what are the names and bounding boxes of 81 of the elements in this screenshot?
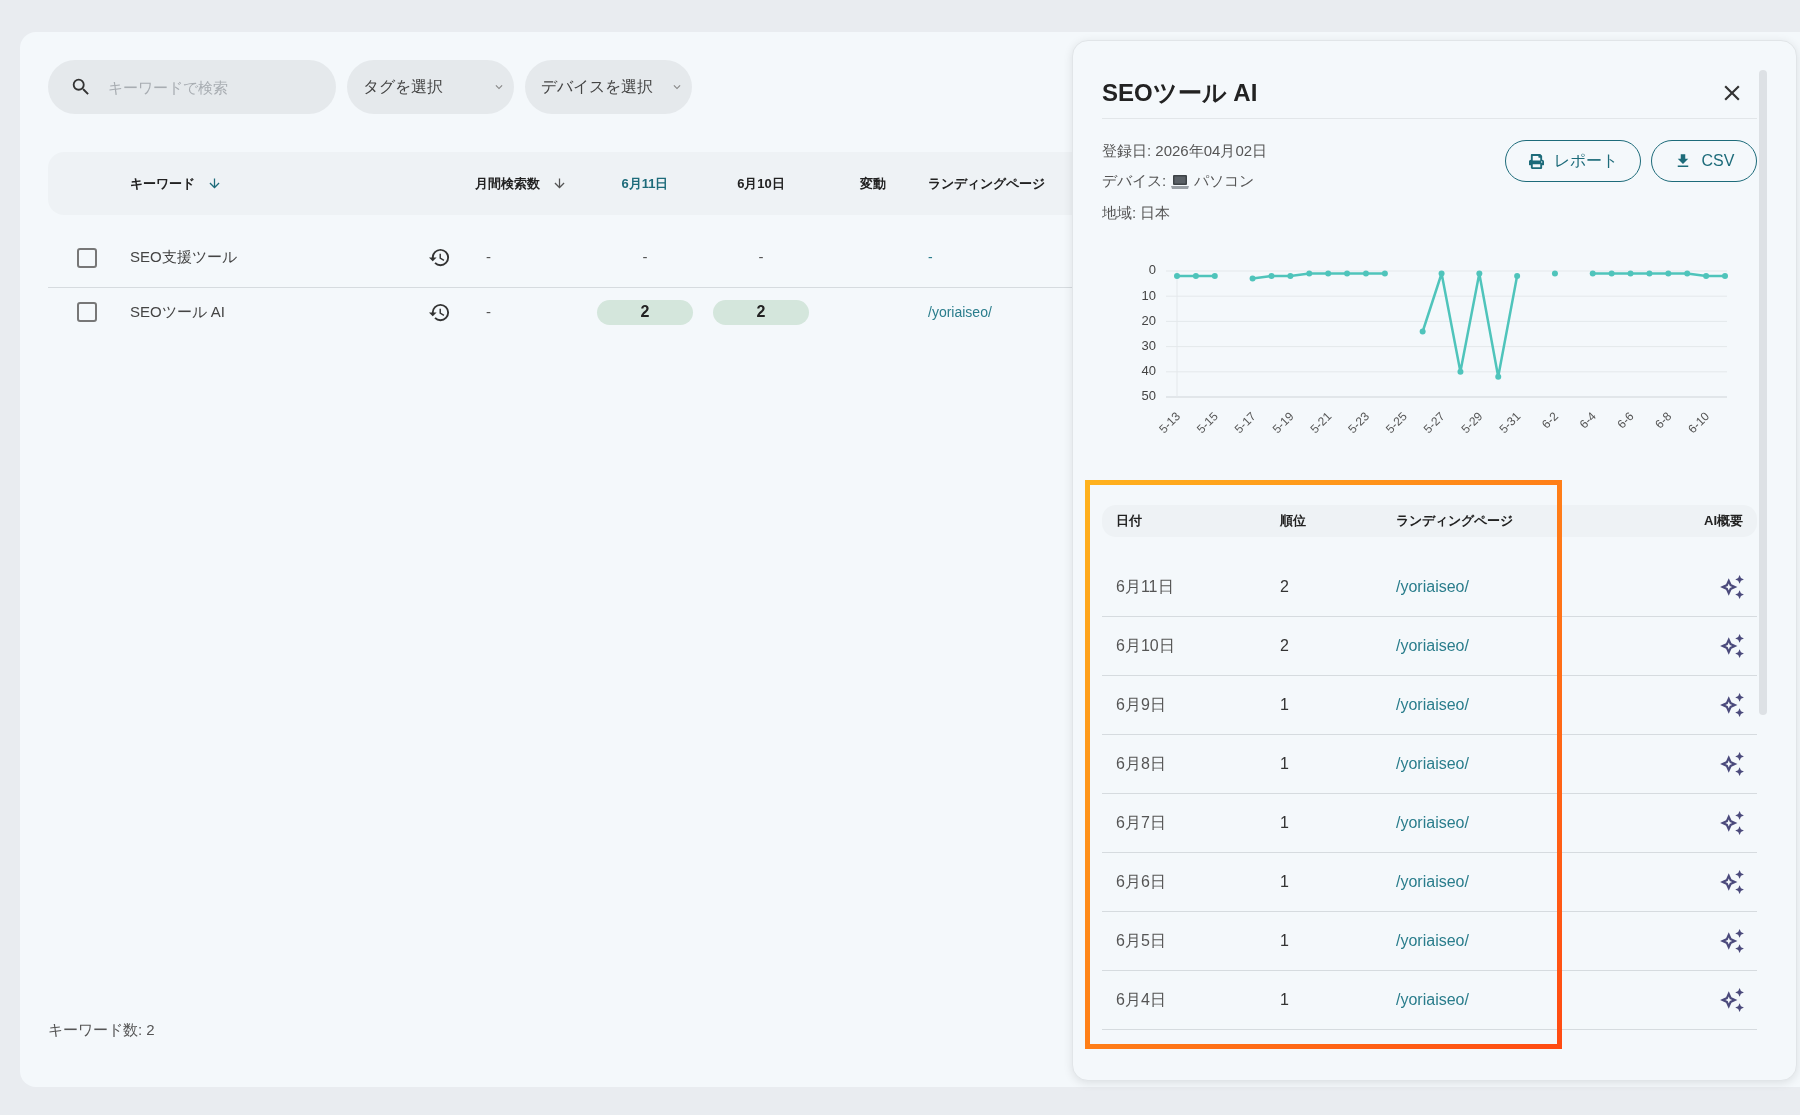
landing-page-link[interactable]: - (928, 247, 933, 268)
rank-text: - (758, 247, 764, 268)
history-icon[interactable] (427, 246, 451, 269)
date-text: 6月4日 (1115, 990, 1167, 1010)
axis-label: 30 (1141, 338, 1156, 354)
rank-text: 1 (1279, 695, 1290, 715)
laptop-icon (1171, 173, 1190, 190)
axis-label: 40 (1141, 363, 1156, 379)
keyword-text: SEOツール AI (130, 301, 227, 322)
column-header: 6月10日 (737, 174, 785, 193)
device-label: デバイス: (1102, 171, 1167, 192)
axis-label: 20 (1141, 312, 1156, 328)
sparkle-icon[interactable] (1719, 751, 1745, 777)
landing-page-link[interactable]: /yoriaiseo/ (1382, 870, 1469, 894)
axis-label: 5-21 (1307, 409, 1335, 437)
sparkle-icon[interactable] (1719, 810, 1745, 836)
axis-label: 5-31 (1496, 409, 1524, 437)
column-header: 月間検索数 (475, 174, 540, 193)
sparkle-icon[interactable] (1719, 633, 1745, 659)
sparkle-icon[interactable] (1719, 869, 1745, 895)
axis-label: 0 (1148, 262, 1156, 278)
rank-text: 1 (1279, 990, 1290, 1010)
date-text: 6月5日 (1115, 931, 1167, 951)
rank-text: - (642, 247, 648, 268)
keyword-text: SEO支援ツール (130, 247, 238, 268)
registered-date-text: 登録日: 2026年04月02日 (1102, 141, 1268, 161)
rank-text: 1 (1279, 931, 1290, 951)
axis-label: 50 (1141, 388, 1156, 404)
column-header: ランディングページ (1395, 512, 1514, 531)
sparkle-icon[interactable] (1719, 987, 1745, 1013)
date-text: 6月7日 (1115, 813, 1167, 833)
axis-label: 10 (1141, 287, 1156, 303)
landing-page-link[interactable]: /yoriaiseo/ (1382, 811, 1469, 835)
date-text: 6月11日 (1115, 577, 1175, 597)
date-text: 6月8日 (1115, 754, 1167, 774)
column-header: ランディングページ (928, 174, 1045, 193)
sort-arrow-icon[interactable] (552, 176, 567, 191)
landing-page-link[interactable]: /yoriaiseo/ (928, 301, 992, 323)
keyword-count-text: キーワード数: 2 (48, 1021, 155, 1038)
landing-page-link[interactable]: /yoriaiseo/ (1382, 752, 1469, 776)
search-volume-text: - (485, 247, 492, 268)
column-header: 日付 (1115, 512, 1143, 531)
date-text: 6月10日 (1115, 636, 1176, 656)
landing-page-link[interactable]: /yoriaiseo/ (1382, 693, 1469, 717)
checkbox[interactable] (77, 247, 97, 268)
axis-label: 6-4 (1576, 409, 1599, 432)
landing-page-link[interactable]: /yoriaiseo/ (1382, 575, 1469, 599)
search-field[interactable]: キーワードで検索 (48, 60, 336, 114)
rank-text: 1 (1279, 813, 1290, 833)
rank-text: 1 (1279, 872, 1290, 892)
landing-page-link[interactable]: /yoriaiseo/ (1382, 988, 1469, 1012)
rank-text: 1 (1279, 754, 1290, 774)
region-text: 地域: 日本 (1102, 203, 1172, 223)
axis-label: 6-6 (1614, 409, 1637, 432)
date-text: 6月9日 (1115, 695, 1167, 715)
column-header: キーワード (130, 174, 195, 193)
column-header: AI概要 (1703, 512, 1744, 531)
checkbox[interactable] (77, 302, 97, 322)
column-header: 変動 (860, 174, 886, 193)
sort-arrow-icon[interactable] (207, 176, 222, 191)
search-volume-text: - (485, 301, 492, 322)
axis-label: 6-2 (1538, 409, 1562, 432)
axis-label: 6-8 (1652, 409, 1675, 432)
sparkle-icon[interactable] (1719, 692, 1745, 718)
column-header: 順位 (1279, 512, 1307, 531)
device-value: パソコン (1194, 171, 1255, 192)
panel-title: SEOツール AI (1102, 78, 1258, 108)
rank-badge: 2 (597, 299, 693, 325)
search-icon (70, 76, 92, 98)
column-header: 6月11日 (621, 174, 669, 193)
rank-badge: 2 (713, 299, 809, 325)
select-dropdown[interactable]: デバイスを選択 (525, 60, 692, 114)
printer-icon (1528, 153, 1544, 169)
sparkle-icon[interactable] (1719, 928, 1745, 954)
landing-page-link[interactable]: /yoriaiseo/ (1382, 634, 1469, 658)
rank-text: 2 (1279, 577, 1290, 597)
date-text: 6月6日 (1115, 872, 1167, 892)
rank-text: 2 (1279, 636, 1290, 656)
sparkle-icon[interactable] (1719, 574, 1745, 600)
landing-page-link[interactable]: /yoriaiseo/ (1382, 929, 1469, 953)
select-dropdown[interactable]: タグを選択 (347, 60, 514, 114)
